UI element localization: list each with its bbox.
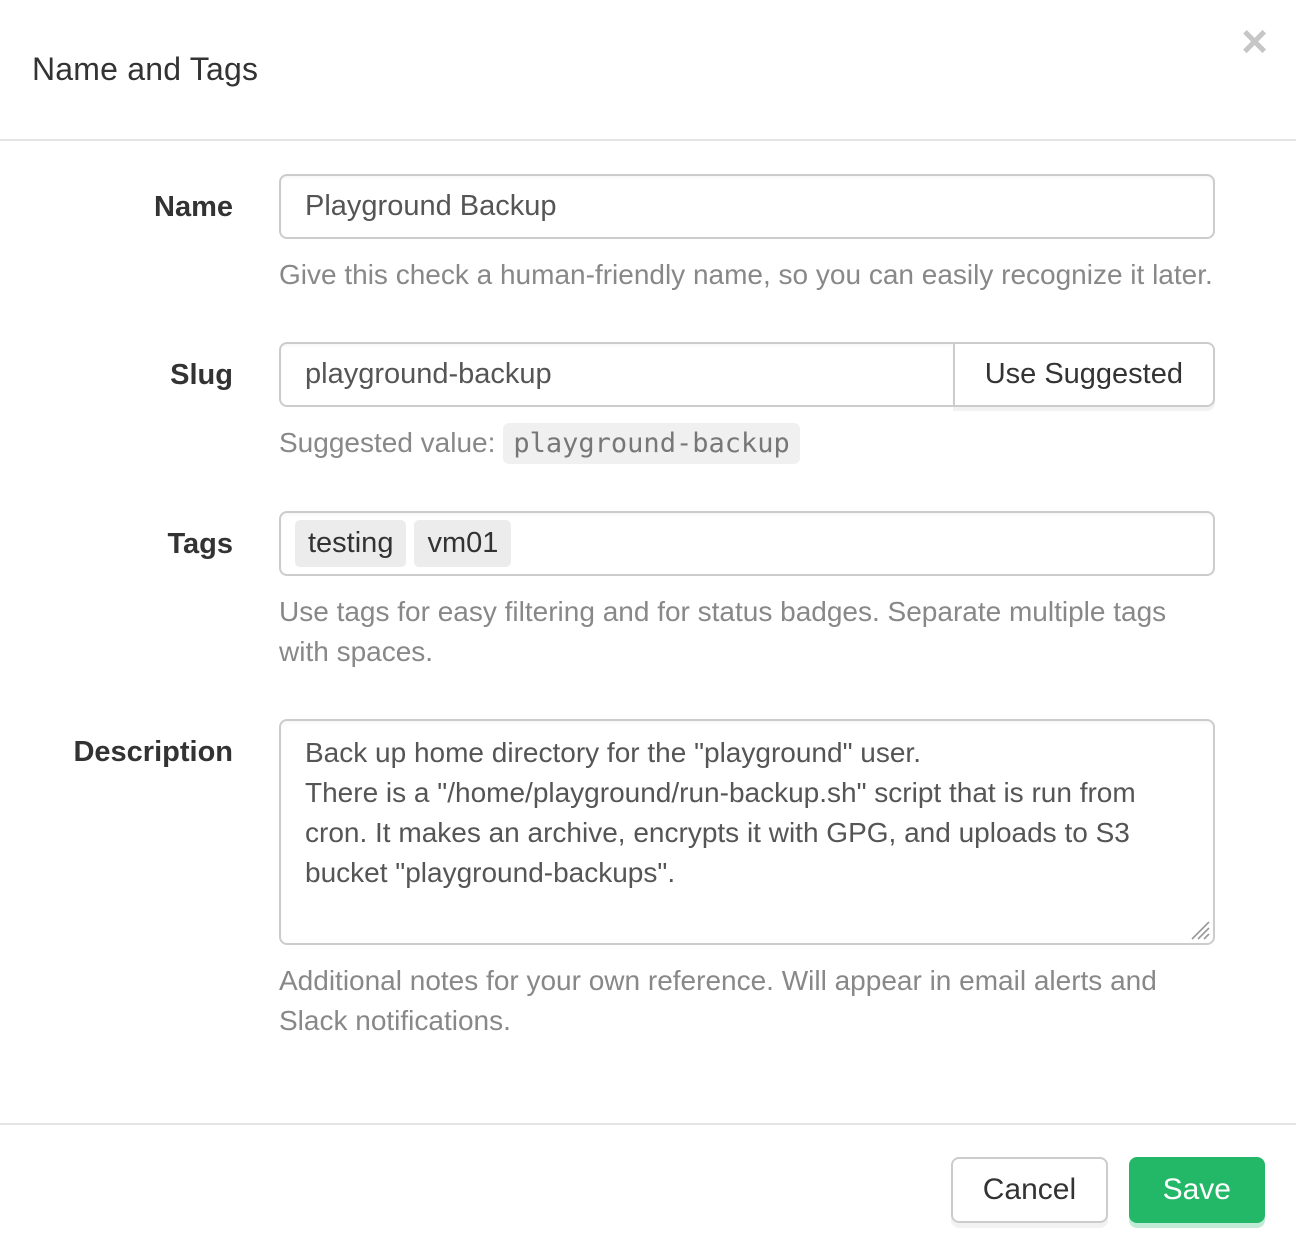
name-form-row: Name Give this check a human-friendly na… (0, 174, 1215, 295)
tags-input[interactable]: testingvm01 (279, 511, 1215, 576)
description-field-column: Additional notes for your own reference.… (279, 719, 1215, 1041)
dialog-body: Name Give this check a human-friendly na… (0, 141, 1296, 1048)
slug-field-column: Use Suggested Suggested value: playground… (279, 342, 1215, 464)
slug-help-prefix: Suggested value: (279, 427, 495, 458)
close-icon[interactable]: × (1241, 18, 1268, 64)
slug-help-text: Suggested value: playground-backup (279, 423, 1215, 464)
slug-input[interactable] (279, 342, 953, 407)
tags-field-column: testingvm01 Use tags for easy filtering … (279, 511, 1215, 672)
dialog-footer: Cancel Save (0, 1123, 1296, 1254)
name-field-column: Give this check a human-friendly name, s… (279, 174, 1215, 295)
name-input[interactable] (279, 174, 1215, 239)
cancel-button[interactable]: Cancel (951, 1157, 1108, 1223)
name-help-text: Give this check a human-friendly name, s… (279, 255, 1215, 295)
description-help-text: Additional notes for your own reference.… (279, 961, 1215, 1041)
suggested-slug-value: playground-backup (503, 423, 799, 464)
tag-chip: testing (295, 520, 406, 567)
description-textarea-wrap (279, 719, 1215, 945)
slug-form-row: Slug Use Suggested Suggested value: playg… (0, 342, 1215, 464)
dialog-header: Name and Tags × (0, 0, 1296, 141)
description-form-row: Description Additional notes for your ow… (0, 719, 1215, 1041)
slug-label: Slug (0, 342, 233, 393)
slug-input-group: Use Suggested (279, 342, 1215, 407)
resize-grip-icon[interactable] (1188, 918, 1210, 940)
name-and-tags-dialog: Name and Tags × Name Give this check a h… (0, 0, 1296, 1254)
use-suggested-button[interactable]: Use Suggested (953, 342, 1215, 407)
save-button[interactable]: Save (1129, 1157, 1265, 1223)
tag-chip: vm01 (414, 520, 511, 567)
tags-label: Tags (0, 511, 233, 562)
dialog-title: Name and Tags (32, 51, 258, 88)
name-label: Name (0, 174, 233, 225)
description-textarea[interactable] (279, 719, 1215, 945)
description-label: Description (0, 719, 233, 770)
tags-help-text: Use tags for easy filtering and for stat… (279, 592, 1215, 672)
tags-form-row: Tags testingvm01 Use tags for easy filte… (0, 511, 1215, 672)
